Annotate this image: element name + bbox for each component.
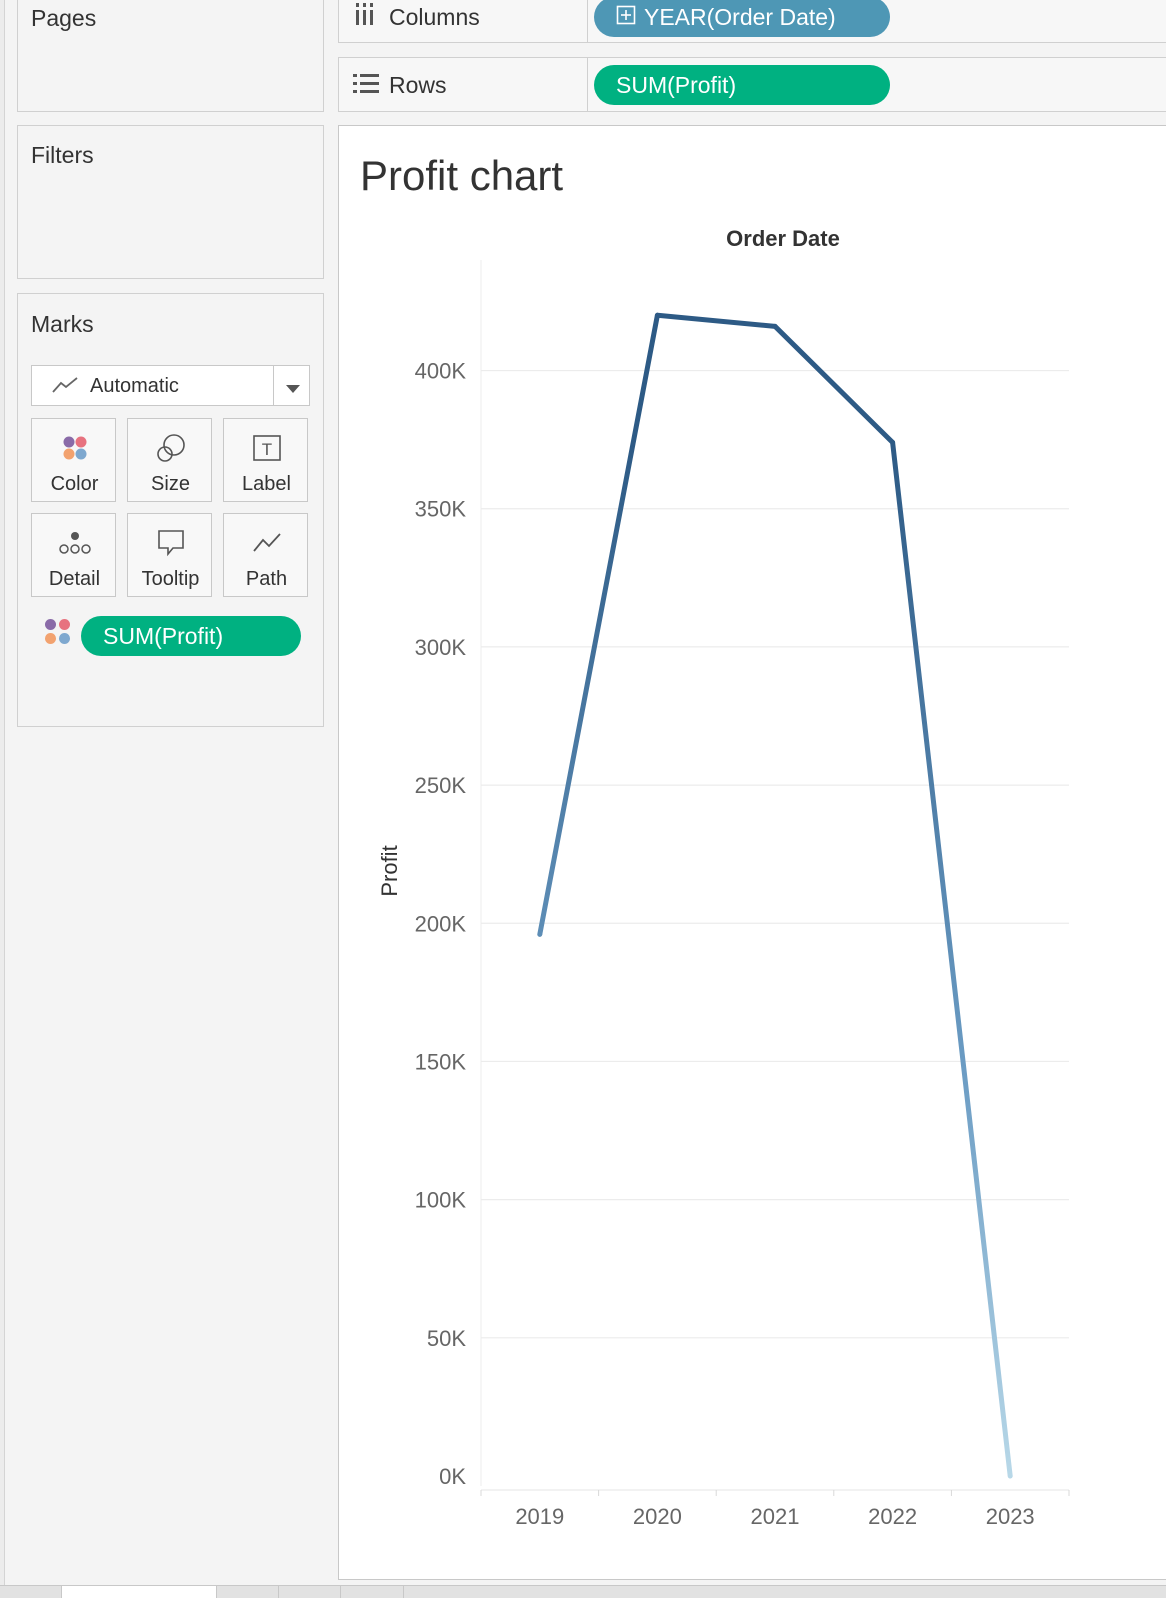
chart-view: Profit chart 0K 50K 100K 150K 200K 250K 300K 35… [338, 125, 1166, 1580]
pages-title: Pages [31, 5, 97, 31]
path-label: Path [245, 568, 288, 590]
sum-profit-pill[interactable]: SUM(Profit) [594, 65, 890, 105]
mark-type-dropdown[interactable]: Automatic [31, 365, 310, 406]
tooltip-bubble-icon [128, 526, 213, 560]
gridlines [481, 369, 1069, 1339]
rows-icon [353, 73, 379, 100]
sheet-tab[interactable] [341, 1586, 404, 1598]
tableau-workspace: Pages Filters Marks Automatic Color Size… [0, 0, 1166, 1598]
rows-shelf[interactable]: Rows SUM(Profit) [338, 57, 1166, 112]
y-tick-label: 0K [439, 1464, 466, 1489]
x-tick-label: 2019 [515, 1504, 564, 1529]
color-button[interactable]: Color [31, 418, 116, 502]
sheet-tab[interactable] [217, 1586, 279, 1598]
columns-pill-label: YEAR(Order Date) [644, 4, 836, 30]
y-tick-label: 150K [415, 1049, 467, 1074]
detail-button[interactable]: Detail [31, 513, 116, 597]
sheet-tab-active[interactable] [62, 1586, 217, 1598]
y-tick-label: 350K [415, 497, 467, 522]
data-point [772, 323, 778, 329]
sheet-tab[interactable] [279, 1586, 341, 1598]
columns-shelf[interactable]: Columns YEAR(Order Date) [338, 0, 1166, 43]
color-dots-icon [32, 431, 117, 465]
data-point [655, 312, 660, 318]
rows-label: Rows [389, 72, 447, 98]
y-tick-label: 100K [415, 1188, 467, 1213]
x-tick-label: 2022 [868, 1504, 917, 1529]
marks-title: Marks [31, 311, 94, 337]
data-point [890, 440, 895, 445]
line-segment [537, 312, 660, 937]
expand-plus-icon[interactable] [616, 0, 636, 37]
detail-dots-icon [32, 526, 117, 560]
marks-card: Marks Automatic Color Size T Label Detai… [17, 293, 324, 727]
label-label: Label [242, 473, 291, 495]
left-gutter [0, 0, 5, 1598]
y-tick-label: 50K [427, 1326, 466, 1351]
year-order-date-pill[interactable]: YEAR(Order Date) [594, 0, 890, 37]
data-line[interactable] [537, 312, 1013, 1479]
x-axis-title: Order Date [726, 226, 840, 251]
svg-text:T: T [261, 440, 271, 459]
chevron-down-icon[interactable] [285, 381, 301, 399]
size-circles-icon [128, 431, 213, 465]
profit-line-chart: 0K 50K 100K 150K 200K 250K 300K 350K 400K 2019 202… [377, 226, 1070, 1529]
data-point [1007, 1473, 1013, 1479]
label-button[interactable]: T Label [223, 418, 308, 502]
tooltip-label: Tooltip [141, 568, 200, 590]
sheet-tab[interactable] [0, 1586, 62, 1598]
color-profit-pill[interactable]: SUM(Profit) [81, 616, 301, 656]
color-encoding-icon [45, 619, 71, 645]
line-segment [772, 323, 896, 445]
line-mark-icon [52, 376, 78, 399]
sheet-tabs-strip [0, 1585, 1166, 1598]
y-tick-label: 300K [415, 635, 467, 660]
y-tick-label: 250K [415, 773, 467, 798]
x-tick-label: 2020 [633, 1504, 682, 1529]
axes: 0K 50K 100K 150K 200K 250K 300K 350K 400K 2019 202… [415, 260, 1070, 1529]
color-label: Color [50, 473, 99, 495]
line-segment [654, 312, 778, 329]
data-point [537, 931, 543, 937]
y-tick-label: 400K [415, 359, 467, 384]
mark-type-label: Automatic [90, 375, 179, 397]
filters-card[interactable]: Filters [17, 125, 324, 279]
path-button[interactable]: Path [223, 513, 308, 597]
x-tick-label: 2023 [986, 1504, 1035, 1529]
detail-label: Detail [48, 568, 101, 590]
columns-icon [353, 3, 377, 32]
columns-label: Columns [389, 4, 480, 30]
pages-card[interactable]: Pages [17, 0, 324, 112]
shelf-divider [587, 58, 588, 111]
filters-title: Filters [31, 142, 94, 168]
x-tick-label: 2021 [751, 1504, 800, 1529]
dropdown-divider [273, 366, 274, 405]
y-tick-label: 200K [415, 911, 467, 936]
y-axis-title: Profit [377, 845, 402, 896]
text-label-icon: T [224, 431, 309, 465]
line-segment [890, 439, 1013, 1479]
size-label: Size [151, 473, 190, 495]
shelf-divider [587, 0, 588, 42]
size-button[interactable]: Size [127, 418, 212, 502]
tooltip-button[interactable]: Tooltip [127, 513, 212, 597]
path-line-icon [224, 526, 309, 560]
